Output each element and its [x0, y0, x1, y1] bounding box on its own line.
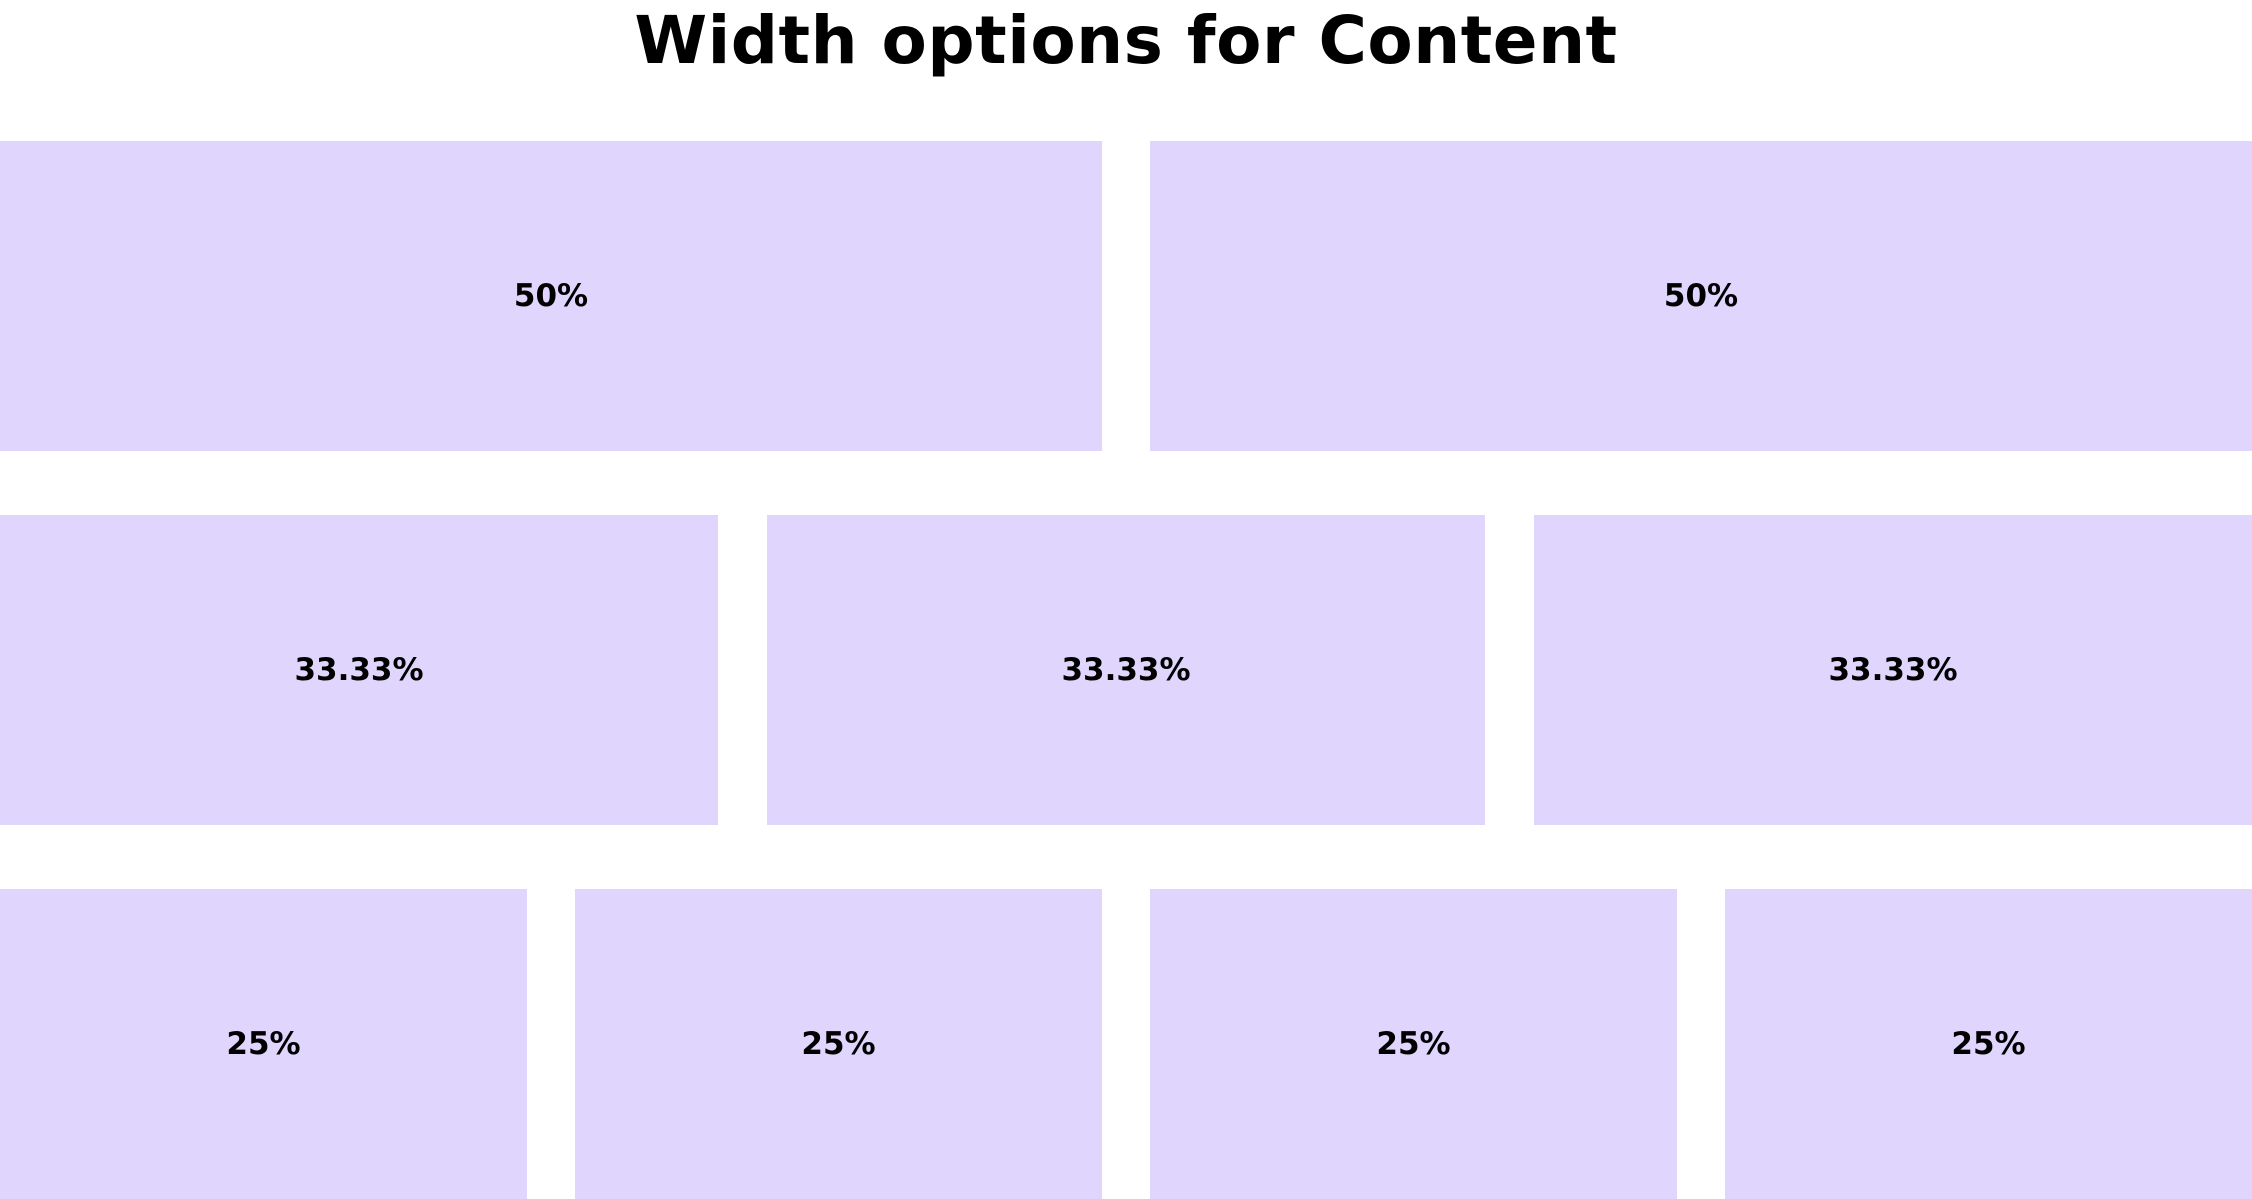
width-row-halves: 50% 50%	[0, 141, 2252, 451]
width-label: 50%	[513, 278, 589, 314]
width-box-25: 25%	[1725, 889, 2252, 1199]
width-box-33: 33.33%	[767, 515, 1485, 825]
width-label: 25%	[1376, 1026, 1451, 1062]
width-box-50: 50%	[0, 141, 1102, 451]
width-box-50: 50%	[1150, 141, 2252, 451]
width-label: 25%	[801, 1026, 876, 1062]
width-row-quarters: 25% 25% 25% 25%	[0, 889, 2252, 1199]
width-row-thirds: 33.33% 33.33% 33.33%	[0, 515, 2252, 825]
width-label: 33.33%	[1828, 652, 1958, 688]
width-box-33: 33.33%	[0, 515, 718, 825]
width-box-25: 25%	[1150, 889, 1677, 1199]
width-label: 25%	[1951, 1026, 2026, 1062]
width-label: 33.33%	[294, 652, 424, 688]
width-box-25: 25%	[0, 889, 527, 1199]
width-box-25: 25%	[575, 889, 1102, 1199]
width-label: 50%	[1663, 278, 1739, 314]
page-title: Width options for Content	[634, 1, 1618, 79]
width-label: 33.33%	[1061, 652, 1191, 688]
width-box-33: 33.33%	[1534, 515, 2252, 825]
width-label: 25%	[226, 1026, 301, 1062]
